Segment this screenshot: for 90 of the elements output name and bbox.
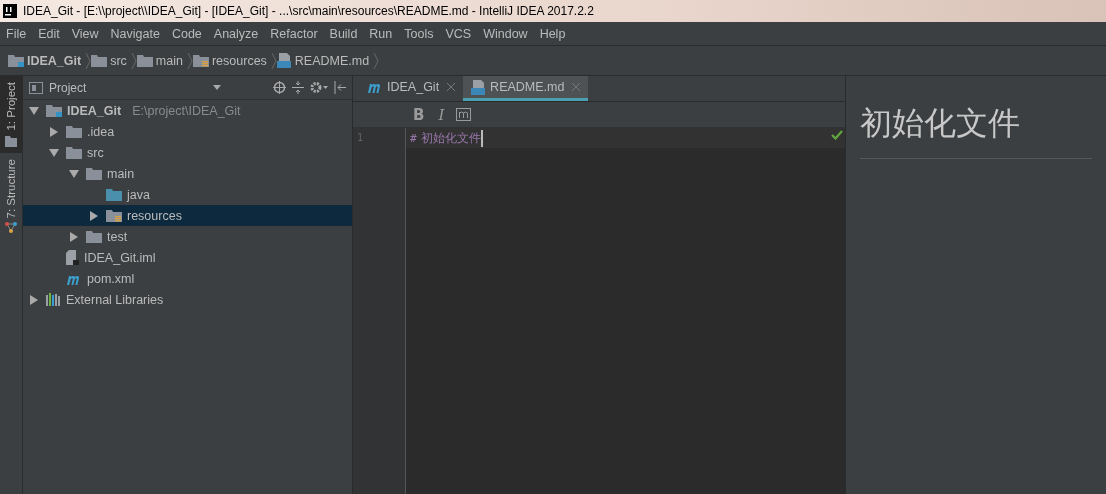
code-text: 初始化文件 (420, 129, 483, 147)
tree-item-label: .idea (87, 124, 115, 139)
checkmark-icon (831, 130, 843, 140)
menu-item[interactable]: Edit (32, 26, 66, 41)
folder-icon (86, 230, 102, 243)
chevron-icon (186, 51, 193, 70)
project-path: E:\project\IDEA_Git (132, 103, 241, 118)
dropdown-caret-icon[interactable] (213, 85, 221, 90)
folder-icon (106, 209, 122, 222)
tree-item[interactable]: External Libraries (23, 289, 352, 310)
structure-nodes-icon (5, 222, 17, 235)
folder-icon (46, 104, 62, 117)
menu-item[interactable]: Window (477, 26, 534, 41)
collapsed-arrow-icon[interactable] (89, 210, 99, 221)
expanded-arrow-icon[interactable] (29, 105, 39, 116)
tool-window-tab[interactable]: 1: Project (0, 76, 22, 153)
menu-item[interactable]: Help (533, 26, 572, 41)
tree-item-label: External Libraries (66, 292, 164, 307)
tree-item[interactable]: IDEA_Git E:\project\IDEA_Git (23, 100, 352, 121)
md-file-icon (471, 79, 487, 95)
italic-button[interactable]: I (436, 105, 447, 124)
menu-item[interactable]: Refactor (264, 26, 324, 41)
menu-item[interactable]: View (65, 26, 105, 41)
panel-title[interactable]: Project (49, 80, 207, 95)
close-icon[interactable] (447, 83, 456, 91)
collapsed-arrow-icon[interactable] (69, 231, 79, 242)
folder-icon (91, 54, 108, 67)
menu-item[interactable]: Build (323, 26, 364, 41)
tree-item[interactable]: main (23, 163, 352, 184)
folder-icon (106, 188, 122, 201)
breadcrumb-item[interactable]: README.md (294, 53, 370, 68)
expanded-arrow-icon[interactable] (49, 147, 59, 158)
breadcrumb-item[interactable]: main (155, 53, 183, 68)
folder-icon (66, 146, 82, 159)
chevron-icon (270, 51, 277, 70)
folder-icon (5, 134, 17, 147)
editor-tab[interactable]: README.md (463, 76, 589, 101)
tree-item-label: main (107, 166, 135, 181)
file-icon (66, 250, 79, 265)
heading-marker: # (410, 131, 417, 145)
settings-icon[interactable] (310, 81, 328, 94)
breadcrumb-item[interactable]: resources (211, 53, 267, 68)
tree-item-label: src (87, 145, 104, 160)
tree-item[interactable]: test (23, 226, 352, 247)
menu-item[interactable]: VCS (439, 26, 478, 41)
tree-item-label: IDEA_Git.iml (84, 250, 156, 265)
breadcrumb-item[interactable]: src (110, 53, 127, 68)
menu-item[interactable]: Code (165, 26, 208, 41)
menu-item[interactable]: Navigate (104, 26, 166, 41)
tree-item[interactable]: IDEA_Git.iml (23, 247, 352, 268)
folder-icon (136, 54, 153, 67)
folder-icon (66, 125, 82, 138)
crosshair-icon[interactable] (273, 81, 286, 94)
menu-item[interactable]: Tools (398, 26, 440, 41)
preview-heading: 初始化文件 (860, 102, 1092, 159)
bold-button[interactable]: B (411, 105, 427, 124)
m-letter-icon (367, 81, 383, 93)
tree-item[interactable]: pom.xml (23, 268, 352, 289)
tree-item-label: test (107, 229, 128, 244)
tree-item-label: pom.xml (87, 271, 135, 286)
folder-icon (8, 54, 24, 67)
menu-item[interactable]: File (0, 26, 33, 41)
app-logo-icon (3, 4, 17, 18)
chevron-icon (373, 51, 380, 70)
hide-panel-icon[interactable] (334, 81, 346, 94)
folder-icon (192, 54, 209, 67)
collapsed-arrow-icon[interactable] (49, 126, 59, 137)
expanded-arrow-icon[interactable] (69, 168, 79, 179)
project-view-icon (29, 81, 43, 94)
collapse-all-icon[interactable] (292, 81, 304, 94)
md-file-icon (276, 53, 292, 68)
chevron-icon (85, 51, 92, 70)
tree-item[interactable]: src (23, 142, 352, 163)
editor-tab[interactable]: IDEA_Git (359, 76, 464, 101)
tree-item[interactable]: resources (23, 205, 352, 226)
menu-item[interactable]: Analyze (207, 26, 265, 41)
folder-icon (86, 167, 102, 180)
tree-item[interactable]: .idea (23, 121, 352, 142)
breadcrumb-item[interactable]: IDEA_Git (27, 53, 82, 68)
collapsed-arrow-icon[interactable] (29, 294, 39, 305)
tree-item-label: IDEA_Git (67, 103, 122, 118)
library-bars-icon (46, 293, 61, 306)
chevron-icon (130, 51, 137, 70)
tree-item-label: resources (127, 208, 182, 223)
tree-item[interactable]: java (23, 184, 352, 205)
menu-item[interactable]: Run (363, 26, 399, 41)
code-format-icon[interactable] (456, 108, 472, 121)
window-title: IDEA_Git - [E:\\project\\IDEA_Git] - [IDEA_Git] - ...\src\main\resources\README.md - IntelliJ IDEA 2017.2.2 (23, 4, 594, 18)
tool-window-tab[interactable]: 7: Structure (0, 152, 22, 241)
tree-item-label: java (127, 187, 150, 202)
